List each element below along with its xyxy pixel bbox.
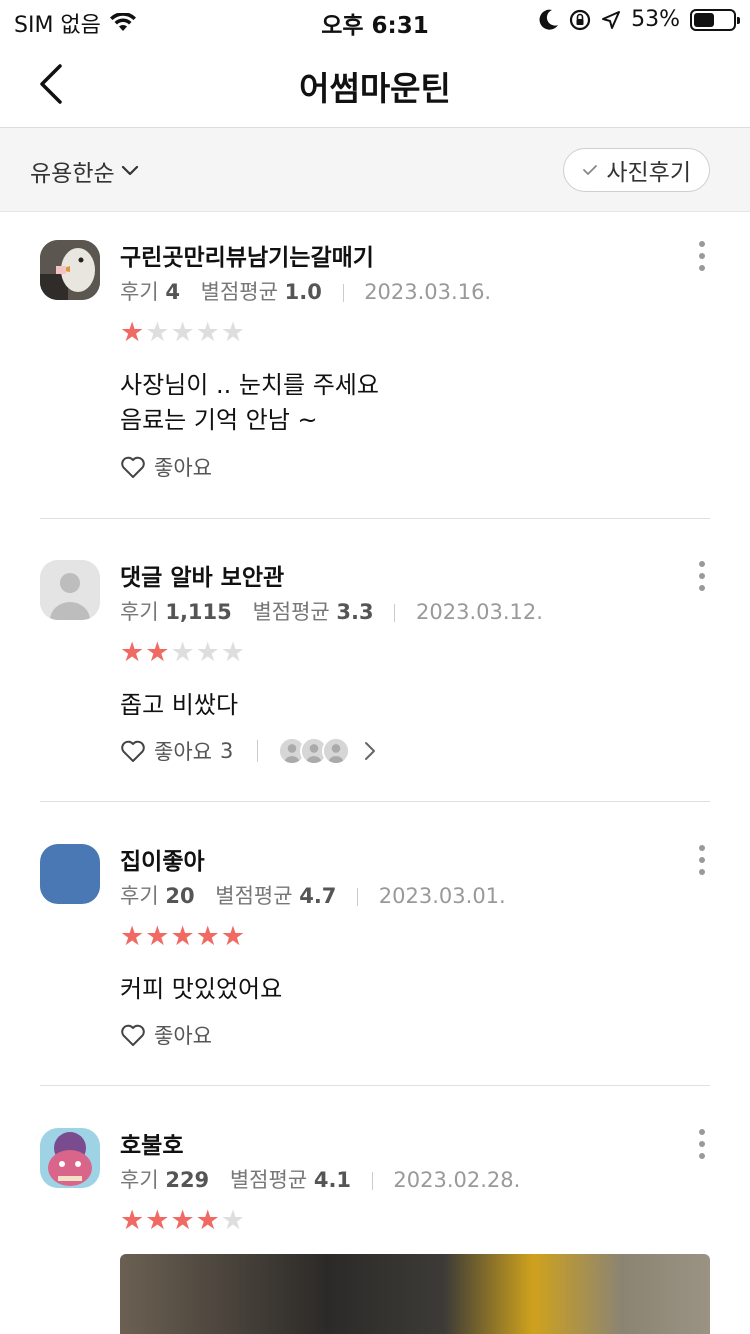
like-button[interactable]: 좋아요 xyxy=(120,1020,212,1050)
reviewer-meta: 후기 4 별점평균 1.0 2023.03.16. xyxy=(120,280,492,304)
chevron-down-icon xyxy=(121,165,138,176)
avatar[interactable] xyxy=(40,240,100,300)
review-item: 댓글 알바 보안관 후기 1,115 별점평균 3.3 2023.03.12. … xyxy=(40,560,710,780)
star-filled-icon: ★ xyxy=(170,1205,195,1236)
star-filled-icon: ★ xyxy=(220,921,246,952)
avatar[interactable] xyxy=(40,1128,100,1188)
more-options-icon[interactable] xyxy=(694,560,710,592)
star-rating: ★ ★ ★ ★ ★ xyxy=(120,318,245,348)
review-date: 2023.03.12. xyxy=(416,600,543,624)
like-label: 좋아요 xyxy=(154,456,212,480)
battery-fill xyxy=(694,12,715,27)
moon-icon xyxy=(539,9,559,30)
review-count: 1,115 xyxy=(165,600,232,624)
review-date: 2023.02.28. xyxy=(393,1168,521,1192)
review-item: 집이좋아 후기 20 별점평균 4.7 2023.03.01. ★ ★ ★ ★ ★ 커피… xyxy=(40,844,710,1064)
star-filled-icon: ★ xyxy=(145,921,170,952)
more-options-icon[interactable] xyxy=(694,844,710,876)
location-arrow-icon xyxy=(602,10,621,29)
star-empty-icon: ★ xyxy=(220,317,246,348)
rating-average: 1.0 xyxy=(284,280,322,304)
divider xyxy=(342,284,344,302)
liker-avatar xyxy=(322,737,351,765)
battery-icon xyxy=(690,8,740,31)
reviewer-meta: 후기 20 별점평균 4.7 2023.03.01. xyxy=(120,884,506,908)
review-photo[interactable] xyxy=(120,1254,710,1334)
star-filled-icon: ★ xyxy=(170,921,195,952)
star-filled-icon: ★ xyxy=(145,1205,170,1236)
star-filled-icon: ★ xyxy=(120,1205,145,1236)
star-filled-icon: ★ xyxy=(145,637,170,668)
chevron-right-icon xyxy=(365,742,376,760)
heart-icon xyxy=(121,456,145,478)
review-count: 229 xyxy=(165,1168,210,1192)
reviewer-meta: 후기 229 별점평균 4.1 2023.02.28. xyxy=(120,1168,521,1192)
review-text: 좁고 비쌌다 xyxy=(120,691,239,719)
like-count: 3 xyxy=(219,739,234,763)
review-date: 2023.03.16. xyxy=(364,280,492,304)
photo-review-filter-button[interactable]: 사진후기 xyxy=(563,148,710,192)
review-count: 20 xyxy=(165,884,195,908)
like-button[interactable]: 좋아요 xyxy=(120,452,212,482)
reviewer-name[interactable]: 집이좋아 xyxy=(120,842,205,876)
filter-bar: 유용한순 사진후기 xyxy=(0,128,750,212)
more-options-icon[interactable] xyxy=(694,240,710,272)
star-rating: ★ ★ ★ ★ ★ xyxy=(120,638,245,668)
battery-percent: 53% xyxy=(631,7,680,32)
liker-avatars[interactable] xyxy=(257,737,380,765)
rating-average: 3.3 xyxy=(336,600,374,624)
divider xyxy=(357,888,359,906)
star-empty-icon: ★ xyxy=(170,317,195,348)
review-text: 사장님이 .. 눈치를 주세요 음료는 기억 안남 ~ xyxy=(120,371,379,434)
star-filled-icon: ★ xyxy=(120,637,145,668)
divider xyxy=(257,740,259,762)
photo-review-label: 사진후기 xyxy=(606,160,691,186)
star-empty-icon: ★ xyxy=(170,637,195,668)
star-empty-icon: ★ xyxy=(195,317,220,348)
divider xyxy=(40,1085,710,1086)
avatar[interactable] xyxy=(40,844,100,904)
reviewer-name[interactable]: 호불호 xyxy=(120,1126,183,1160)
star-filled-icon: ★ xyxy=(120,921,145,952)
star-filled-icon: ★ xyxy=(120,317,145,348)
star-empty-icon: ★ xyxy=(145,317,170,348)
like-label: 좋아요 xyxy=(154,1024,212,1048)
review-date: 2023.03.01. xyxy=(378,884,506,908)
heart-icon xyxy=(121,1024,145,1046)
nav-bar: 어썸마운틴 xyxy=(0,40,750,128)
sort-label: 유용한순 xyxy=(30,161,115,187)
sort-dropdown[interactable]: 유용한순 xyxy=(30,154,139,188)
star-rating: ★ ★ ★ ★ ★ xyxy=(120,1206,245,1236)
status-bar: SIM 없음 오후 6:31 53% xyxy=(0,0,750,40)
star-empty-icon: ★ xyxy=(220,1205,246,1236)
reviewer-name[interactable]: 구린곳만리뷰남기는갈매기 xyxy=(120,238,374,272)
divider xyxy=(371,1172,373,1190)
check-icon xyxy=(583,165,598,175)
rotation-lock-icon xyxy=(569,9,591,30)
more-options-icon[interactable] xyxy=(694,1128,710,1160)
like-label[interactable]: 좋아요 xyxy=(154,736,212,766)
divider xyxy=(40,801,710,802)
star-filled-icon: ★ xyxy=(195,921,220,952)
review-text: 커피 맛있었어요 xyxy=(120,975,283,1003)
like-row: 좋아요 3 xyxy=(120,736,380,766)
rating-average: 4.1 xyxy=(313,1168,352,1192)
reviewer-meta: 후기 1,115 별점평균 3.3 2023.03.12. xyxy=(120,600,543,624)
rating-average: 4.7 xyxy=(299,884,337,908)
star-empty-icon: ★ xyxy=(195,637,220,668)
star-filled-icon: ★ xyxy=(195,1205,220,1236)
page-title: 어썸마운틴 xyxy=(299,69,451,108)
star-rating: ★ ★ ★ ★ ★ xyxy=(120,922,245,952)
avatar[interactable] xyxy=(40,560,100,620)
reviewer-name[interactable]: 댓글 알바 보안관 xyxy=(120,558,284,592)
divider xyxy=(394,604,396,622)
star-empty-icon: ★ xyxy=(220,637,246,668)
review-count: 4 xyxy=(165,280,180,304)
divider xyxy=(40,518,710,519)
heart-icon[interactable] xyxy=(120,739,146,763)
review-item: 구린곳만리뷰남기는갈매기 후기 4 별점평균 1.0 2023.03.16. ★… xyxy=(40,240,710,490)
